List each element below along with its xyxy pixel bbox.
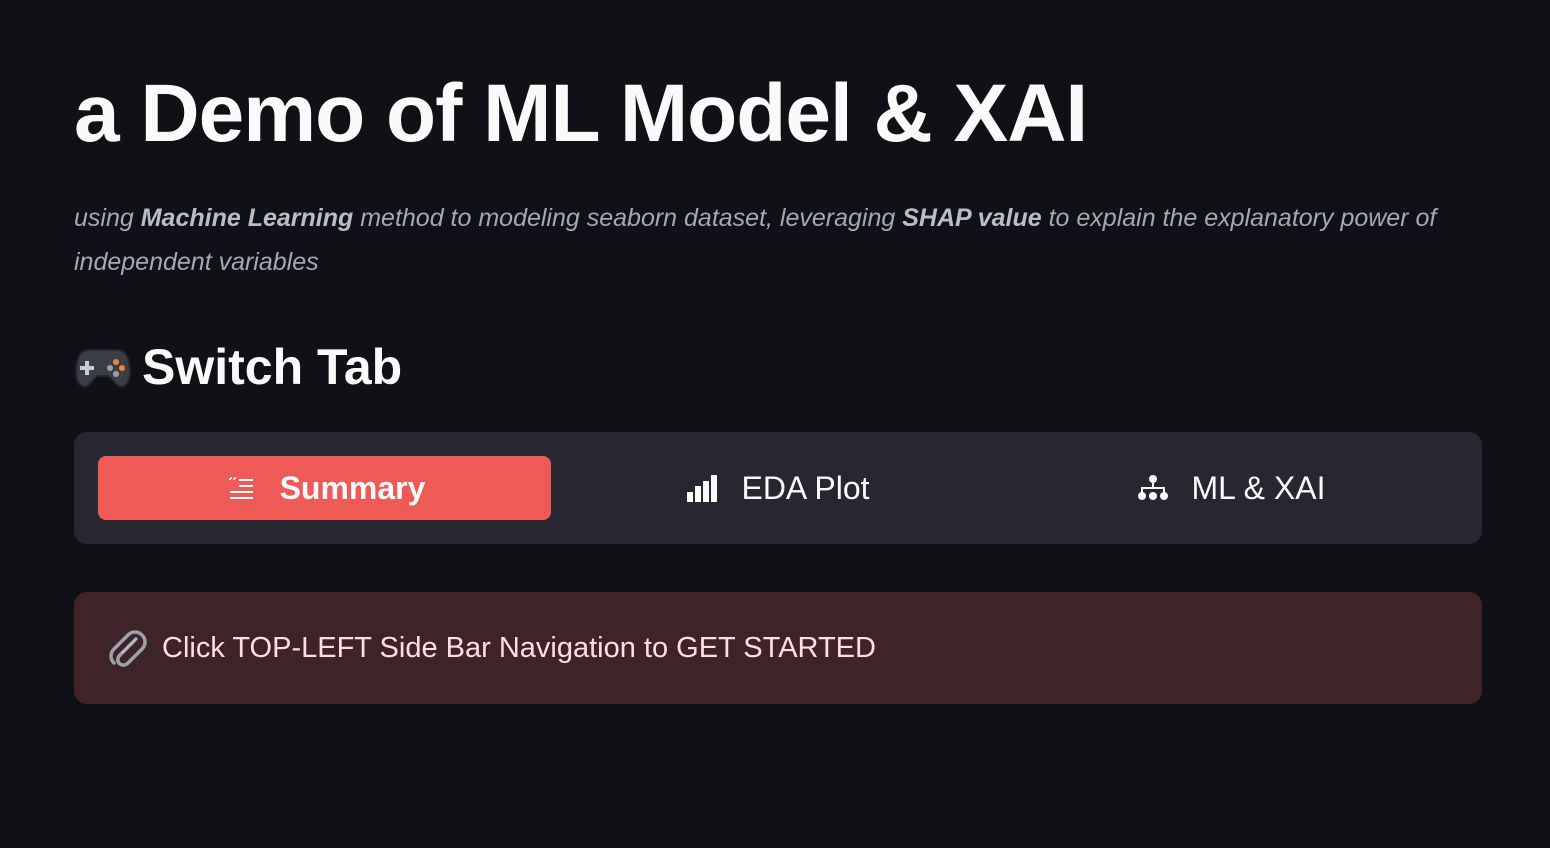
list-icon	[224, 473, 258, 503]
tab-summary[interactable]: Summary	[98, 456, 551, 520]
subtitle-text: method to modeling seaborn dataset, leve…	[353, 204, 903, 232]
tab-ml-xai-label: ML & XAI	[1191, 469, 1326, 506]
subtitle-text: using	[74, 204, 141, 232]
page-title: a Demo of ML Model & XAI	[74, 68, 1088, 159]
page-subtitle: using Machine Learning method to modelin…	[74, 196, 1474, 284]
bar-chart-icon	[685, 473, 719, 503]
gamepad-icon	[74, 349, 132, 388]
subtitle-bold-ml: Machine Learning	[140, 204, 354, 232]
tab-eda-plot[interactable]: EDA Plot	[551, 456, 1004, 520]
tab-summary-label: Summary	[279, 469, 426, 506]
hierarchy-icon	[1136, 473, 1170, 503]
tab-ml-xai[interactable]: ML & XAI	[1004, 456, 1457, 520]
alert-message: Click TOP-LEFT Side Bar Navigation to GE…	[162, 631, 876, 664]
tab-bar: Summary EDA Plot ML & XAI	[74, 432, 1482, 544]
tab-eda-plot-label: EDA Plot	[741, 469, 870, 506]
paperclip-icon	[109, 630, 147, 667]
subtitle-bold-shap: SHAP value	[902, 204, 1042, 232]
section-heading: Switch Tab	[74, 334, 402, 400]
info-alert: Click TOP-LEFT Side Bar Navigation to GE…	[74, 592, 1482, 704]
section-heading-label: Switch Tab	[142, 339, 403, 395]
